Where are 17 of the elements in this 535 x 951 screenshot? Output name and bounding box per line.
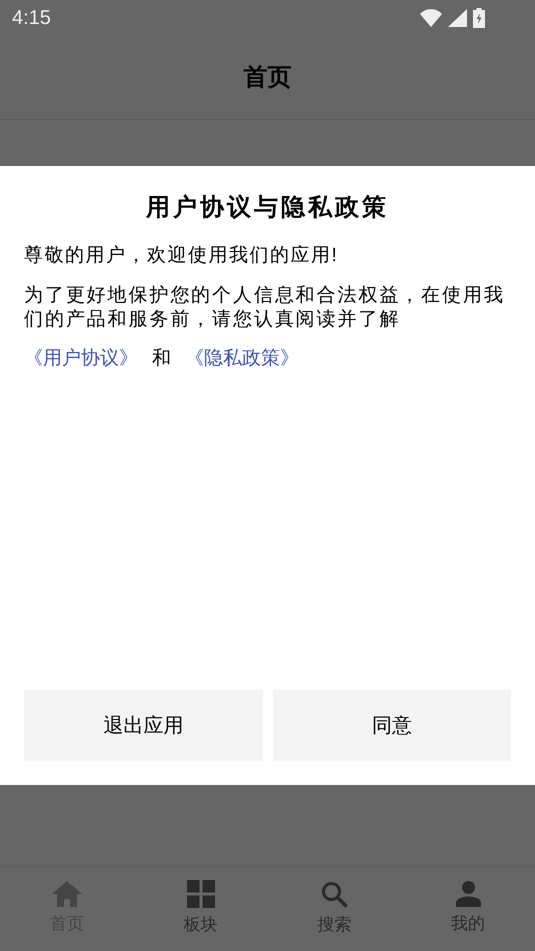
signal-icon [448,9,467,27]
search-icon [320,880,348,908]
conjunction-text: 和 [152,347,171,371]
greeting-text: 尊敬的用户，欢迎使用我们的应用! [24,244,340,268]
dialog-title: 用户协议与隐私政策 [144,193,390,223]
grid-icon [186,880,215,908]
body-text: 为了更好地保护您的个人信息和合法权益，在使用我们的产品和服务前，请您认真阅读并了解 [24,284,506,332]
wifi-icon [420,9,442,27]
home-icon [52,881,82,908]
page-title: 首页 [244,62,292,92]
status-time: 4:15 [12,6,51,31]
exit-button[interactable]: 退出应用 [24,690,262,761]
agree-button[interactable]: 同意 [272,690,511,761]
battery-icon [473,8,485,28]
person-icon [456,881,481,908]
policy-link[interactable]: 《隐私政策》 [185,347,299,371]
policy-link[interactable]: 《用户协议》 [24,347,138,371]
